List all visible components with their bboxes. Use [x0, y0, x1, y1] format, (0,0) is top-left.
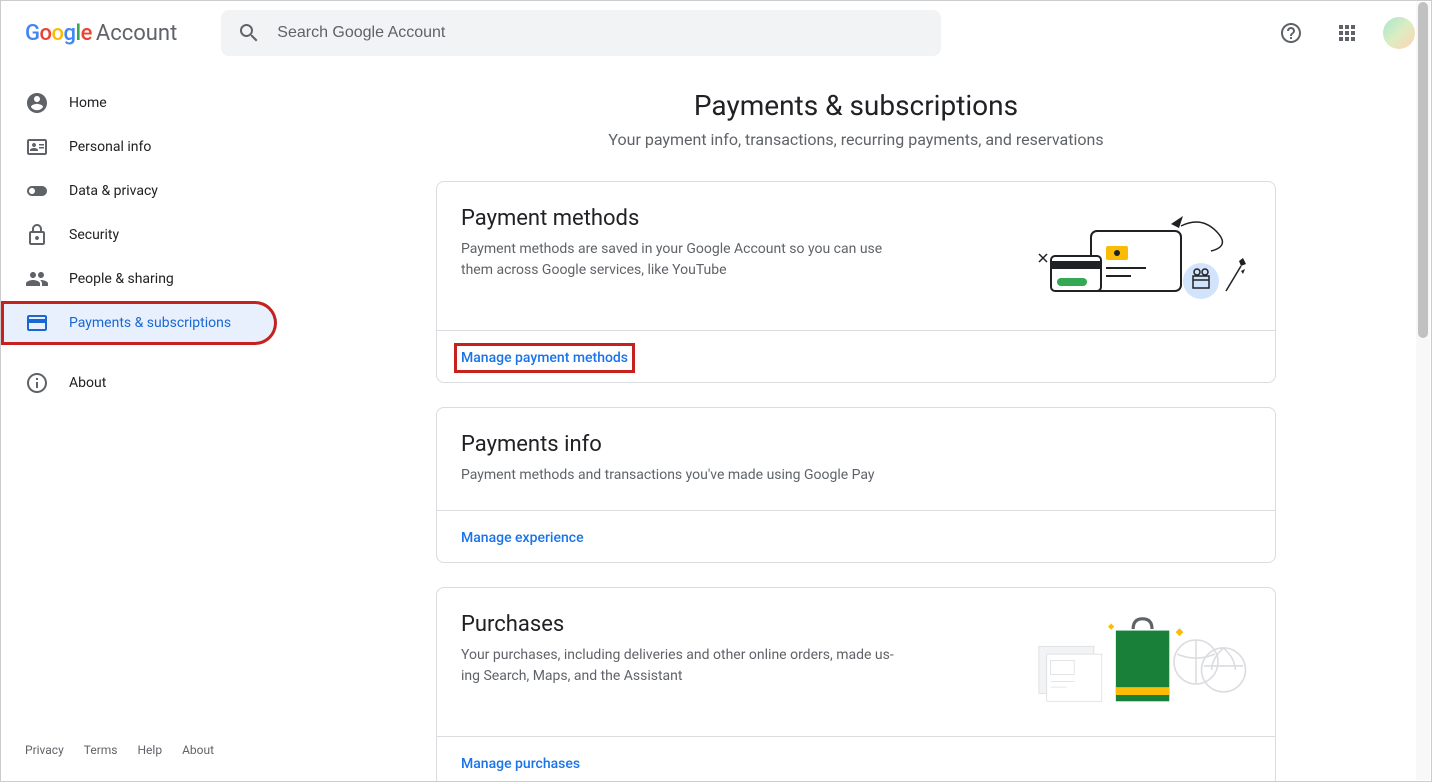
google-logo-text: Google: [25, 21, 92, 46]
manage-payment-methods-link[interactable]: Manage payment methods: [461, 350, 628, 366]
card-payment-methods: Payment methods Payment methods are save…: [436, 181, 1276, 383]
sidebar-item-label: Home: [69, 95, 107, 111]
sidebar-item-personal[interactable]: Personal info: [1, 125, 277, 169]
sidebar-item-home[interactable]: Home: [1, 81, 277, 125]
sidebar-item-label: Data & privacy: [69, 183, 158, 199]
search-input[interactable]: [277, 24, 925, 42]
info-icon: [25, 371, 49, 395]
manage-purchases-link[interactable]: Manage purchases: [461, 756, 580, 772]
card-payments-info: Payments info Payment methods and transa…: [436, 407, 1276, 563]
page-subtitle: Your payment info, transactions, recurri…: [436, 130, 1276, 149]
lock-icon: [25, 223, 49, 247]
sidebar-item-privacy[interactable]: Data & privacy: [1, 169, 277, 213]
footer-privacy[interactable]: Privacy: [25, 743, 64, 757]
card-desc: Payment methods are saved in your Google…: [461, 239, 901, 281]
manage-experience-link[interactable]: Manage experience: [461, 530, 584, 546]
page-title: Payments & subscriptions: [436, 89, 1276, 122]
search-bar[interactable]: [221, 10, 941, 56]
sidebar-item-label: Payments & subscriptions: [69, 315, 231, 331]
header-actions: [1271, 13, 1415, 53]
help-icon: [1279, 21, 1303, 45]
avatar[interactable]: [1383, 17, 1415, 49]
card-title: Payment methods: [461, 206, 1007, 231]
footer-help[interactable]: Help: [138, 743, 163, 757]
purchases-illustration: [1031, 612, 1251, 712]
sidebar-item-payments[interactable]: Payments & subscriptions: [1, 301, 277, 345]
apps-button[interactable]: [1327, 13, 1367, 53]
footer-terms[interactable]: Terms: [84, 743, 118, 757]
sidebar-item-label: Personal info: [69, 139, 151, 155]
header: Google Account: [1, 1, 1431, 65]
card-desc: Payment methods and transactions you've …: [461, 465, 901, 486]
main-content: Payments & subscriptions Your payment in…: [281, 65, 1431, 781]
sidebar-item-security[interactable]: Security: [1, 213, 277, 257]
help-button[interactable]: [1271, 13, 1311, 53]
account-circle-icon: [25, 91, 49, 115]
search-icon: [237, 21, 261, 45]
card-desc: Your purchases, including deliveries and…: [461, 645, 901, 687]
card-title: Payments info: [461, 432, 1251, 457]
card-title: Purchases: [461, 612, 1007, 637]
sidebar: Home Personal info Data & privacy Securi…: [1, 65, 281, 781]
sidebar-item-sharing[interactable]: People & sharing: [1, 257, 277, 301]
toggle-icon: [25, 179, 49, 203]
sidebar-item-label: Security: [69, 227, 119, 243]
id-card-icon: [25, 135, 49, 159]
people-icon: [25, 267, 49, 291]
apps-icon: [1335, 21, 1359, 45]
payment-methods-illustration: [1031, 206, 1251, 306]
sidebar-item-label: About: [69, 375, 106, 391]
credit-card-icon: [25, 311, 49, 335]
scrollbar-thumb[interactable]: [1418, 2, 1428, 338]
logo[interactable]: Google Account: [25, 21, 177, 46]
sidebar-item-about[interactable]: About: [1, 361, 277, 405]
card-purchases: Purchases Your purchases, including deli…: [436, 587, 1276, 781]
footer-links: Privacy Terms Help About: [1, 727, 281, 781]
logo-account-text: Account: [96, 21, 177, 46]
footer-about[interactable]: About: [182, 743, 214, 757]
scrollbar[interactable]: [1416, 2, 1430, 780]
sidebar-item-label: People & sharing: [69, 271, 174, 287]
